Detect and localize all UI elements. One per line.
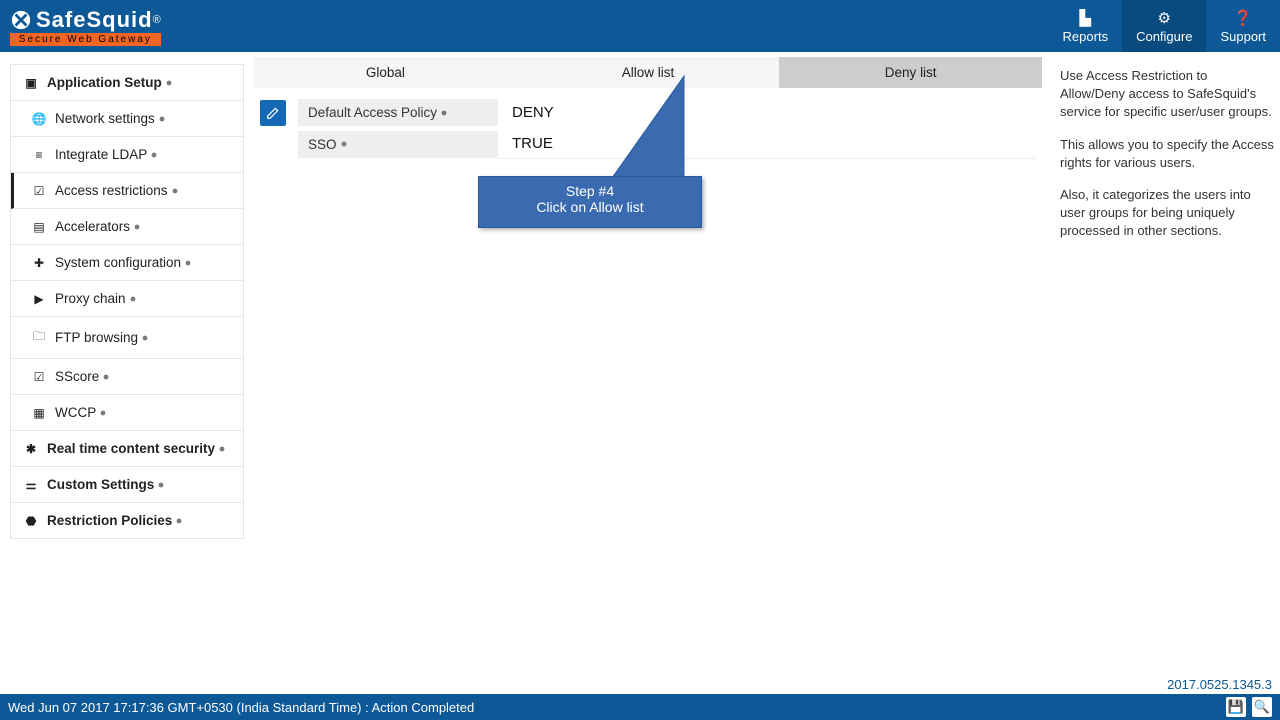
tab-label: Global — [366, 65, 405, 80]
sidebar-label: WCCP — [55, 405, 96, 420]
sidebar-item-rtcs[interactable]: ✱ Real time content security — [11, 431, 243, 467]
brand-name: SafeSquid — [36, 7, 153, 33]
version-label: 2017.0525.1345.3 — [1167, 677, 1272, 692]
brand-tagline: Secure Web Gateway — [10, 34, 161, 45]
search-icon: 🔍 — [1254, 699, 1270, 715]
sidebar-label: Access restrictions — [55, 183, 168, 198]
edit-button[interactable] — [260, 100, 286, 126]
edit-icon — [266, 106, 280, 120]
sidebar-label: Proxy chain — [55, 291, 126, 306]
sidebar-item-ldap[interactable]: ≡ Integrate LDAP — [11, 137, 243, 173]
tab-deny-list[interactable]: Deny list — [779, 57, 1042, 88]
sidebar-label: System configuration — [55, 255, 181, 270]
checkbox-icon: ☑ — [31, 184, 47, 198]
sidebar: ▣ Application Setup 🌐 Network settings ≡… — [0, 52, 254, 694]
save-icon: 💾 — [1228, 699, 1244, 715]
sidebar-label: Network settings — [55, 111, 155, 126]
info-icon — [185, 260, 191, 266]
help-text: Also, it categorizes the users into user… — [1060, 186, 1274, 241]
forward-icon: ▶ — [31, 292, 47, 306]
sidebar-label: Restriction Policies — [47, 513, 172, 528]
top-header: SafeSquid ® Secure Web Gateway ▙ Reports… — [0, 0, 1280, 52]
sidebar-item-network[interactable]: 🌐 Network settings — [11, 101, 243, 137]
footer-bar: Wed Jun 07 2017 17:17:36 GMT+0530 (India… — [0, 694, 1280, 720]
setting-key: SSO — [298, 131, 498, 158]
globe-icon: 🌐 — [31, 112, 47, 126]
sidebar-label: Integrate LDAP — [55, 147, 147, 162]
briefcase-icon: ▣ — [23, 76, 39, 90]
sliders-icon: ⚌ — [23, 478, 39, 492]
sidebar-label: Application Setup — [47, 75, 162, 90]
info-icon — [158, 482, 164, 488]
sidebar-item-sysconf[interactable]: ✚ System configuration — [11, 245, 243, 281]
callout-line2: Click on Allow list — [479, 199, 701, 215]
gears-icon: ⚙ — [1158, 9, 1171, 27]
info-icon — [341, 141, 347, 147]
info-icon — [134, 224, 140, 230]
sidebar-label: Real time content security — [47, 441, 215, 456]
brand-icon — [10, 9, 32, 31]
brand-block: SafeSquid ® Secure Web Gateway — [10, 7, 161, 46]
nav-support-label: Support — [1220, 29, 1266, 44]
info-icon — [100, 410, 106, 416]
callout-box: Step #4 Click on Allow list — [478, 176, 702, 228]
info-icon — [176, 518, 182, 524]
status-text: Wed Jun 07 2017 17:17:36 GMT+0530 (India… — [8, 700, 474, 715]
sidebar-item-app-setup[interactable]: ▣ Application Setup — [11, 65, 243, 101]
sidebar-label: FTP browsing — [55, 330, 138, 345]
callout-line1: Step #4 — [479, 183, 701, 199]
bars-icon: ▦ — [31, 406, 47, 420]
save-button[interactable]: 💾 — [1226, 697, 1246, 717]
sidebar-item-sscore[interactable]: ☑ SScore — [11, 359, 243, 395]
setting-key: Default Access Policy — [298, 99, 498, 126]
info-icon — [172, 188, 178, 194]
sidebar-label: SScore — [55, 369, 99, 384]
list-icon: ≡ — [31, 148, 47, 162]
sidebar-label: Custom Settings — [47, 477, 154, 492]
setting-key-label: SSO — [308, 137, 337, 152]
help-panel: Use Access Restriction to Allow/Deny acc… — [1048, 57, 1280, 694]
sidebar-item-accelerators[interactable]: ▤ Accelerators — [11, 209, 243, 245]
nav-reports[interactable]: ▙ Reports — [1049, 0, 1123, 52]
nav-configure-label: Configure — [1136, 29, 1192, 44]
info-icon — [103, 374, 109, 380]
shield-icon: ⬣ — [23, 514, 39, 528]
plug-icon: ✚ — [31, 256, 47, 270]
sidebar-item-restrict[interactable]: ⬣ Restriction Policies — [11, 503, 243, 539]
brand-reg: ® — [153, 14, 161, 26]
folder-icon: 🗀 — [31, 327, 47, 348]
nav-reports-label: Reports — [1063, 29, 1109, 44]
tab-label: Deny list — [885, 65, 937, 80]
bug-icon: ✱ — [23, 442, 39, 456]
checkbox-icon: ☑ — [31, 370, 47, 384]
info-icon — [166, 80, 172, 86]
sidebar-item-custom[interactable]: ⚌ Custom Settings — [11, 467, 243, 503]
sidebar-label: Accelerators — [55, 219, 130, 234]
callout-arrow-icon — [564, 74, 704, 184]
help-icon: ❓ — [1234, 9, 1253, 27]
db-icon: ▤ — [31, 220, 47, 234]
help-text: This allows you to specify the Access ri… — [1060, 136, 1274, 172]
sidebar-item-access[interactable]: ☑ Access restrictions — [11, 173, 243, 209]
info-icon — [151, 152, 157, 158]
info-icon — [142, 335, 148, 341]
sidebar-item-proxy[interactable]: ▶ Proxy chain — [11, 281, 243, 317]
sidebar-item-wccp[interactable]: ▦ WCCP — [11, 395, 243, 431]
info-icon — [219, 446, 225, 452]
setting-key-label: Default Access Policy — [308, 105, 437, 120]
tab-global[interactable]: Global — [254, 57, 517, 88]
help-text: Use Access Restriction to Allow/Deny acc… — [1060, 67, 1274, 122]
sidebar-item-ftp[interactable]: 🗀 FTP browsing — [11, 317, 243, 359]
info-icon — [441, 110, 447, 116]
chart-icon: ▙ — [1080, 9, 1092, 27]
info-icon — [130, 296, 136, 302]
nav-configure[interactable]: ⚙ Configure — [1122, 0, 1206, 52]
top-nav: ▙ Reports ⚙ Configure ❓ Support — [1049, 0, 1280, 52]
info-icon — [159, 116, 165, 122]
nav-support[interactable]: ❓ Support — [1206, 0, 1280, 52]
search-button[interactable]: 🔍 — [1252, 697, 1272, 717]
